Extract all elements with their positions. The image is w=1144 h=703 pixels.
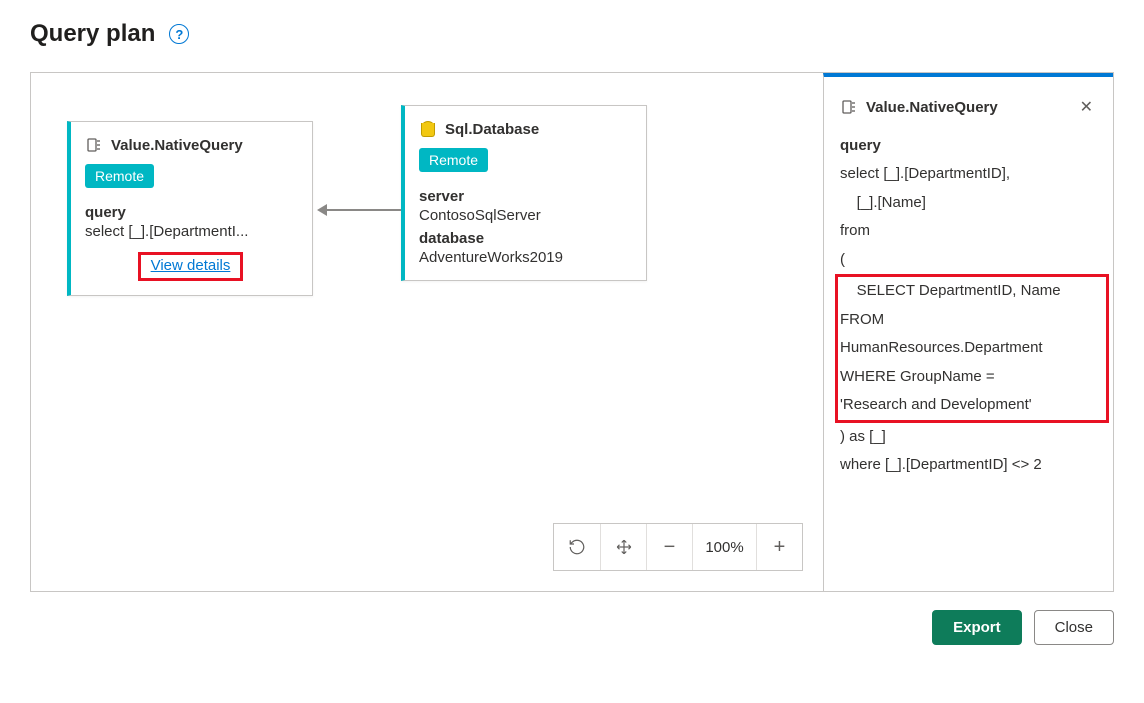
remote-badge: Remote [85,164,154,188]
query-line: HumanResources.Department [840,334,1104,363]
prop-label-query: query [85,204,296,221]
node-title: Value.NativeQuery [111,137,243,154]
page-header: Query plan ? [30,20,1114,48]
query-icon [85,136,103,154]
zoom-out-button[interactable]: − [646,524,692,570]
prop-label-server: server [419,188,630,205]
main-container: Value.NativeQuery Remote query select [_… [30,72,1114,592]
fit-view-button[interactable] [600,524,646,570]
node-sql-database[interactable]: Sql.Database Remote server ContosoSqlSer… [401,105,647,281]
query-line: [_].[Name] [840,189,1097,218]
node-header: Sql.Database [419,120,630,138]
query-icon [840,98,858,116]
prop-label-database: database [419,230,630,247]
edge-line [326,209,401,211]
details-title: Value.NativeQuery [866,99,998,116]
node-header: Value.NativeQuery [85,136,296,154]
prop-value-query: select [_].[DepartmentI... [85,223,295,240]
node-value-nativequery[interactable]: Value.NativeQuery Remote query select [_… [67,121,313,296]
query-line: FROM [840,306,1104,335]
dialog-footer: Export Close [30,610,1114,645]
query-line: SELECT DepartmentID, Name [840,277,1104,306]
database-icon [419,120,437,138]
query-line: from [840,217,1097,246]
query-plan-canvas[interactable]: Value.NativeQuery Remote query select [_… [31,73,823,591]
edge-arrowhead-icon [317,204,327,216]
remote-badge: Remote [419,148,488,172]
query-text: select [_].[DepartmentID], [_].[Name] fr… [840,160,1097,480]
export-button[interactable]: Export [932,610,1022,645]
query-highlight-block: SELECT DepartmentID, Name FROM HumanReso… [835,274,1109,423]
view-details-link[interactable]: View details [151,257,231,274]
query-line: where [_].[DepartmentID] <> 2 [840,451,1097,480]
query-line: select [_].[DepartmentID], [840,160,1097,189]
reset-view-button[interactable] [554,524,600,570]
query-line: ( [840,246,1097,275]
page-title: Query plan [30,20,155,48]
view-details-highlight: View details [138,252,244,281]
zoom-percent: 100% [692,524,756,570]
query-line: WHERE GroupName = [840,363,1104,392]
query-line: ) as [_] [840,423,1097,452]
prop-value-server: ContosoSqlServer [419,207,629,224]
details-label-query: query [840,137,1097,154]
help-icon[interactable]: ? [169,24,189,44]
details-panel: Value.NativeQuery ✕ query select [_].[De… [823,73,1113,591]
node-title: Sql.Database [445,121,539,138]
close-icon[interactable]: ✕ [1076,95,1097,119]
close-button[interactable]: Close [1034,610,1114,645]
query-line: 'Research and Development' [840,391,1104,420]
zoom-toolbar: − 100% + [553,523,803,571]
prop-value-database: AdventureWorks2019 [419,249,629,266]
zoom-in-button[interactable]: + [756,524,802,570]
